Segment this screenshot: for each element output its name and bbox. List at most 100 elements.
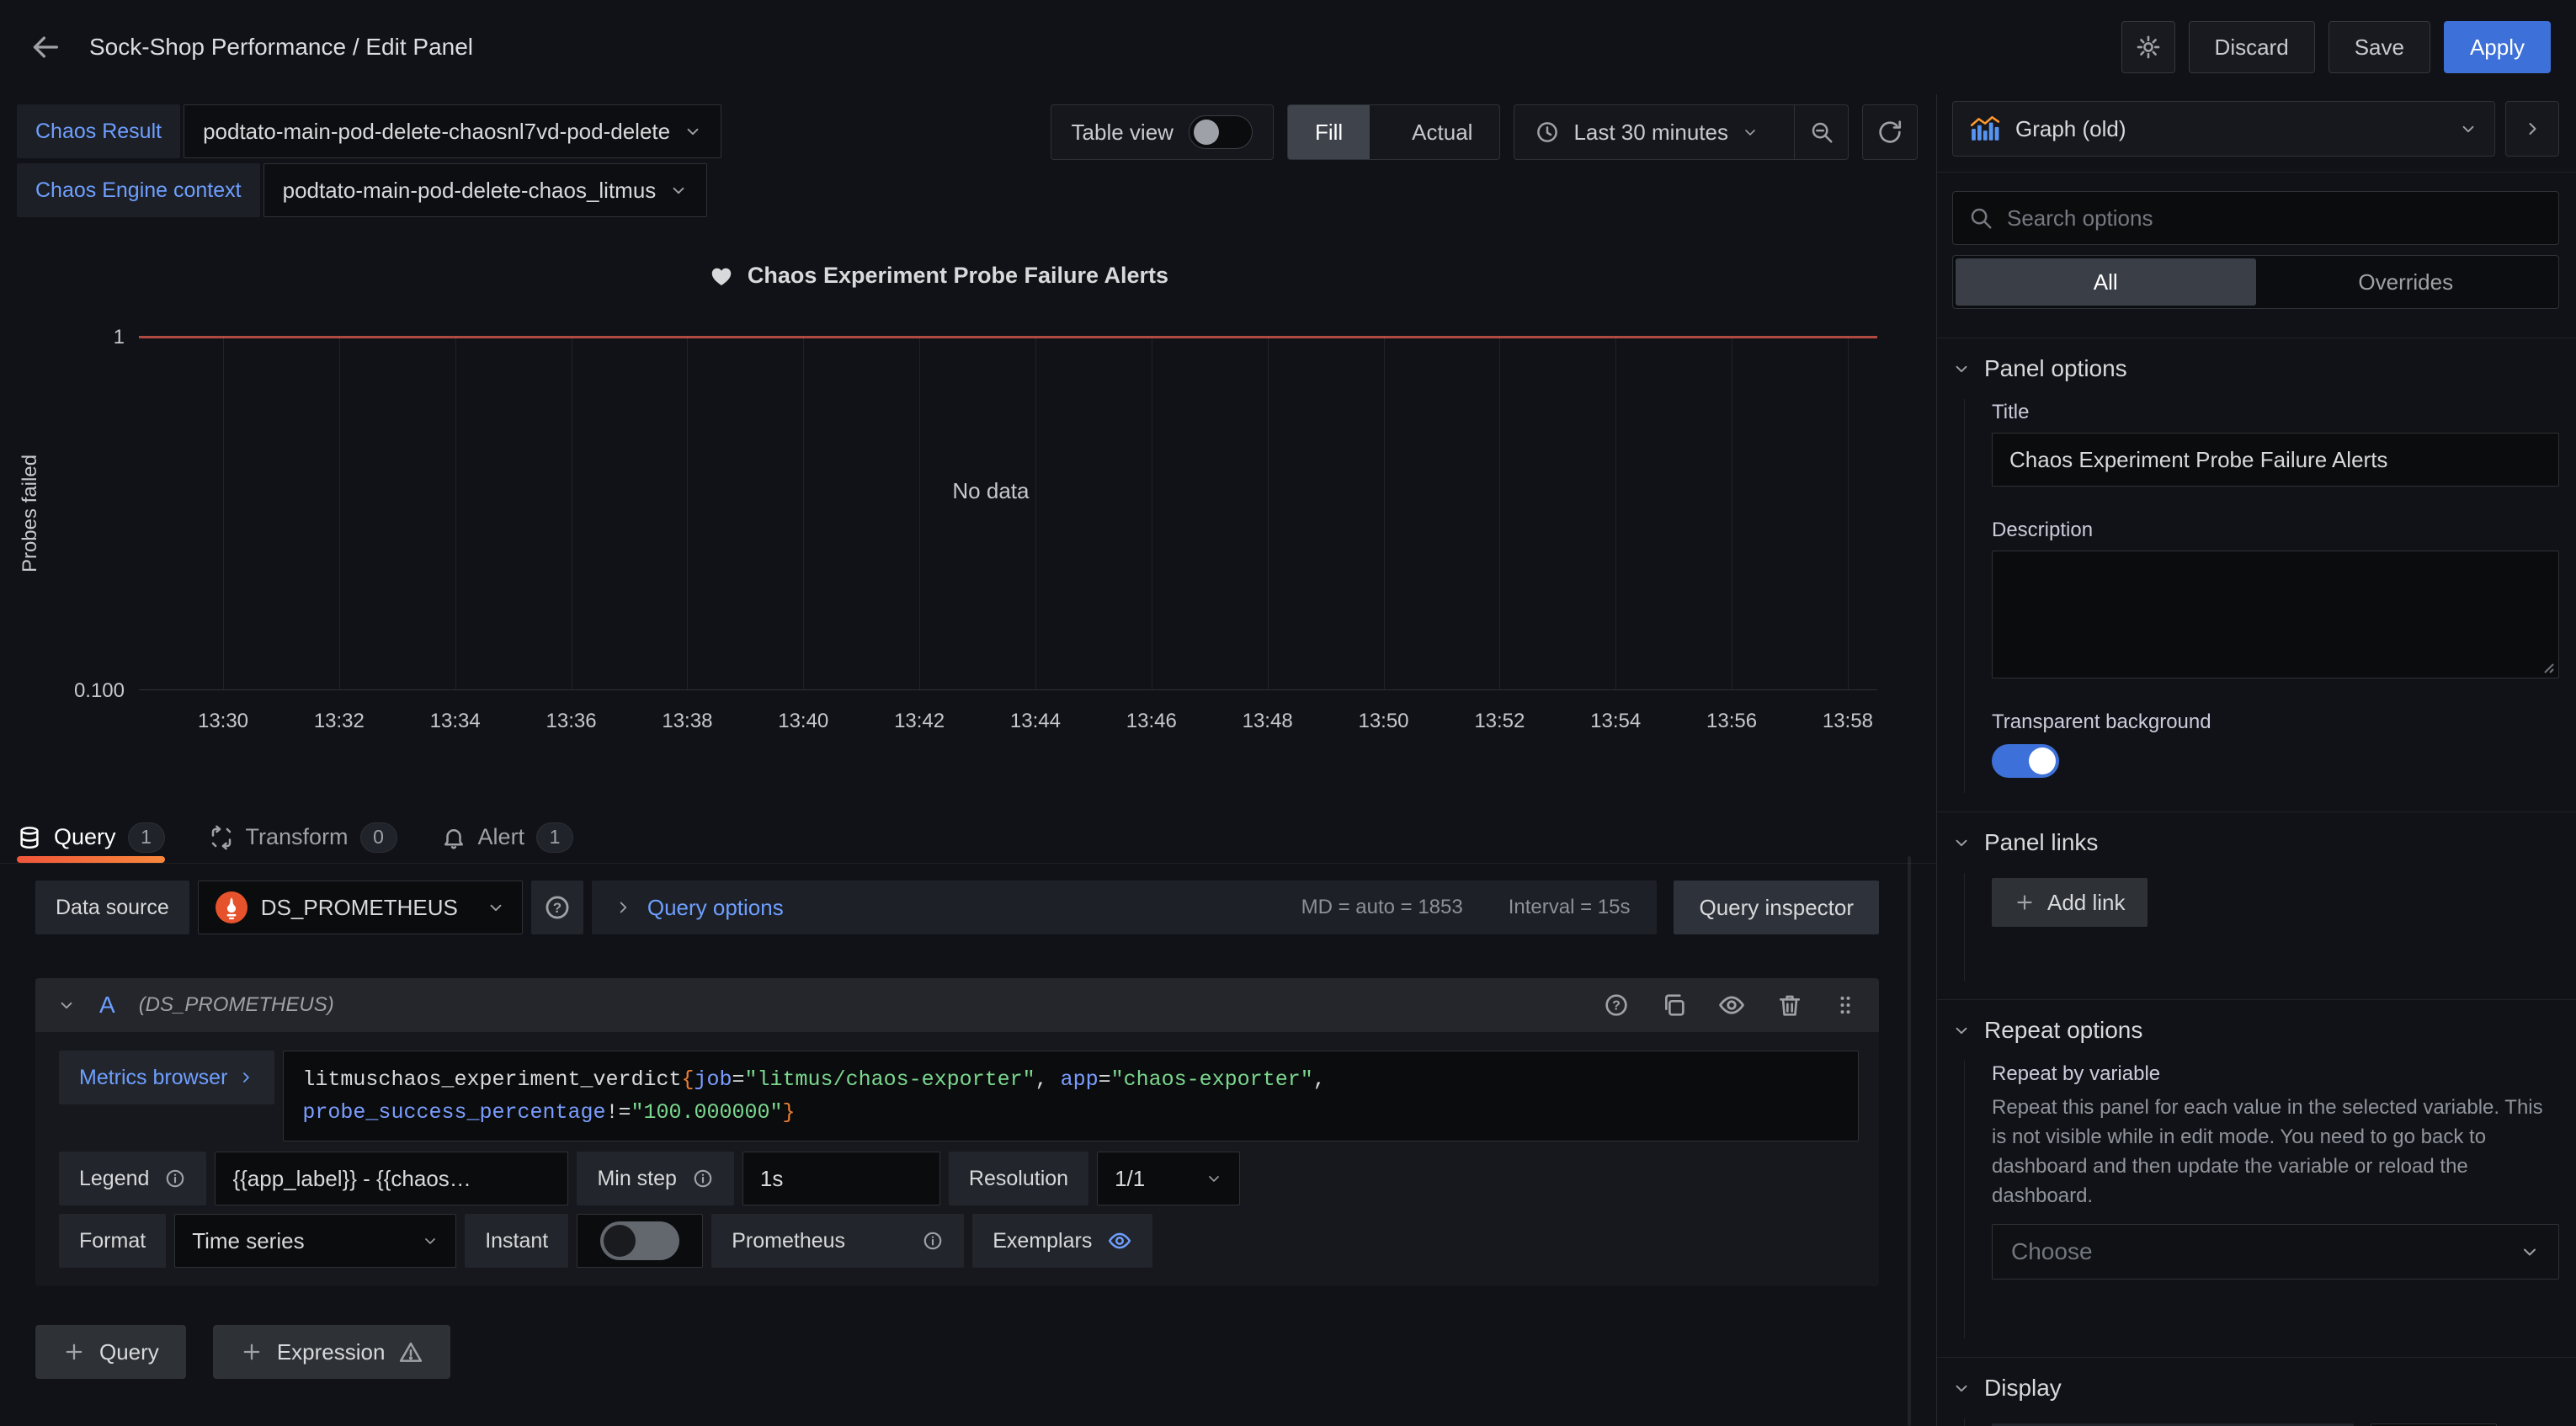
title-field-label: Title [1992,401,2559,424]
svg-text:?: ? [1612,999,1621,1014]
legend-label: Legend [59,1152,206,1205]
variable-value-dropdown[interactable]: podtato-main-pod-delete-chaos_litmus [263,163,708,217]
editor-scrollbar[interactable] [1908,856,1911,1426]
repeat-variable-select[interactable]: Choose [1992,1224,2559,1280]
repeat-help-text: Repeat this panel for each value in the … [1992,1093,2556,1211]
panel-settings-button[interactable] [2121,21,2175,73]
drag-handle-icon[interactable] [1834,992,1857,1019]
promql-expression-input[interactable]: litmuschaos_experiment_verdict{job="litm… [283,1051,1859,1141]
datasource-help-button[interactable]: ? [531,881,583,934]
min-step-label: Min step [577,1152,733,1205]
svg-text:?: ? [553,900,562,916]
options-search[interactable] [1952,191,2559,245]
add-expression-button[interactable]: Expression [213,1325,451,1379]
panel-description-input[interactable] [1993,551,2558,678]
query-row-header[interactable]: A (DS_PROMETHEUS) ? [35,978,1879,1032]
exemplars-eye-icon[interactable] [1107,1228,1132,1253]
dashboard-variables: Chaos Result podtato-main-pod-delete-cha… [17,104,721,222]
interval-info: Interval = 15s [1509,896,1631,919]
display-header[interactable]: Display [1952,1375,2559,1402]
zoom-out-button[interactable] [1794,105,1848,159]
tab-label: Alert [478,824,525,850]
chevron-down-icon[interactable] [57,996,76,1014]
transparent-bg-toggle[interactable] [1992,744,2059,778]
tab-alert[interactable]: Alert 1 [441,811,574,863]
filter-tab-overrides[interactable]: Overrides [2256,258,2557,306]
gridline [1035,337,1036,689]
apply-button[interactable]: Apply [2444,21,2551,73]
add-query-button[interactable]: Query [35,1325,186,1379]
actual-option[interactable]: Actual [1385,105,1499,159]
table-view-control[interactable]: Table view [1051,104,1274,160]
datasource-picker[interactable]: DS_PROMETHEUS [198,881,523,934]
chevron-down-icon [2459,120,2478,138]
query-editor: Data source DS_PROMETHEUS ? Query option… [0,864,1936,1379]
gridline [223,337,224,689]
panel-header[interactable]: Chaos Experiment Probe Failure Alerts [0,263,1877,289]
gear-icon [2135,34,2162,61]
delete-query-icon[interactable] [1776,992,1803,1019]
collapse-options-button[interactable] [2505,101,2559,157]
panel-options-header[interactable]: Panel options [1952,355,2559,382]
visualization-picker[interactable]: Graph (old) [1952,101,2495,157]
tab-transform[interactable]: Transform 0 [209,811,397,863]
no-data-message: No data [952,478,1029,504]
resize-handle-icon[interactable] [2540,659,2555,674]
format-select[interactable]: Time series [174,1214,456,1268]
duplicate-query-icon[interactable] [1660,992,1687,1019]
info-circle-icon [922,1230,944,1252]
graph-viz-icon [1970,115,2000,142]
save-button[interactable]: Save [2329,21,2430,73]
discard-button[interactable]: Discard [2189,21,2315,73]
query-datasource-hint: (DS_PROMETHEUS) [139,993,334,1017]
arrow-left-icon [29,30,62,64]
chevron-down-icon [487,898,505,917]
chevron-down-icon [669,181,688,200]
datasource-name: DS_PROMETHEUS [261,895,458,921]
instant-toggle[interactable] [600,1221,679,1260]
x-axis-tick: 13:40 [778,710,828,733]
editor-actions-row: Query Expression [35,1325,1879,1379]
query-options-toggle[interactable]: Query options [647,895,784,921]
min-step-input[interactable]: 1s [742,1152,940,1205]
resolution-select[interactable]: 1/1 [1097,1152,1240,1205]
metrics-browser-button[interactable]: Metrics browser [59,1051,274,1104]
options-sidebar: Graph (old) All Overrides Panel options … [1936,94,2576,1426]
legend-format-input[interactable]: {{app_label}} - {{chaos… [215,1152,568,1205]
query-inspector-button[interactable]: Query inspector [1674,881,1879,934]
options-search-input[interactable] [2007,205,2543,231]
hide-query-icon[interactable] [1717,991,1746,1019]
panel-title-input[interactable] [1992,433,2559,487]
refresh-button[interactable] [1862,104,1918,160]
tab-badge: 1 [536,822,573,853]
description-field-label: Description [1992,519,2559,542]
query-row-card: A (DS_PROMETHEUS) ? Metrics browser litm [35,978,1879,1286]
back-button[interactable] [25,27,66,67]
page-title: Sock-Shop Performance / Edit Panel [89,34,473,61]
x-axis-tick: 13:42 [894,710,945,733]
table-view-toggle[interactable] [1189,115,1253,149]
fill-option[interactable]: Fill [1288,105,1370,159]
heart-icon [709,263,734,289]
exemplars-control: Exemplars [972,1214,1152,1268]
time-range-picker[interactable]: Last 30 minutes [1514,105,1779,159]
transform-icon [209,825,234,850]
format-label: Format [59,1214,166,1268]
top-bar: Sock-Shop Performance / Edit Panel Disca… [0,0,2576,94]
plus-icon [62,1340,86,1364]
variable-value-dropdown[interactable]: podtato-main-pod-delete-chaosnl7vd-pod-d… [184,104,721,158]
repeat-options-header[interactable]: Repeat options [1952,1017,2559,1044]
add-link-button[interactable]: Add link [1992,878,2148,927]
query-ref-id: A [99,992,115,1019]
filter-tab-all[interactable]: All [1956,258,2256,306]
panel-links-header[interactable]: Panel links [1952,829,2559,856]
prometheus-icon [216,891,247,923]
gridline [1848,337,1849,689]
database-icon [17,825,42,850]
tab-query[interactable]: Query 1 [17,811,165,863]
query-help-icon[interactable]: ? [1603,992,1630,1019]
section-panel-options: Panel options Title Description Transpar… [1937,338,2576,793]
panel-visualization: Chaos Experiment Probe Failure Alerts Pr… [0,253,1936,758]
plot-area[interactable]: No data 13:3013:3213:3413:3613:3813:4013… [139,337,1877,690]
tab-badge: 0 [360,822,397,853]
